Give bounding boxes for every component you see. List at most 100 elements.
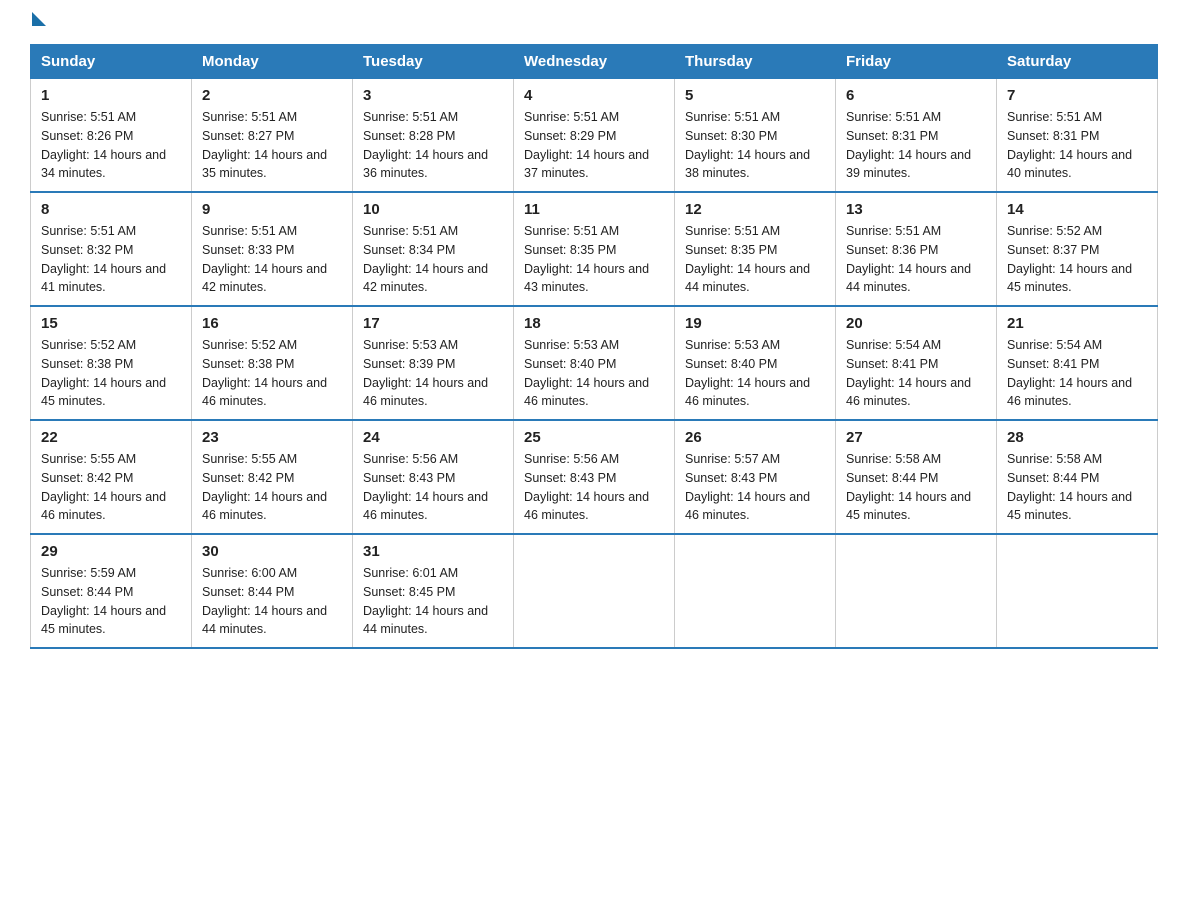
day-info: Sunrise: 6:01 AMSunset: 8:45 PMDaylight:… xyxy=(363,564,503,639)
calendar-week-row: 1 Sunrise: 5:51 AMSunset: 8:26 PMDaylight… xyxy=(31,79,1158,193)
day-number: 2 xyxy=(202,87,342,104)
day-info: Sunrise: 5:57 AMSunset: 8:43 PMDaylight:… xyxy=(685,450,825,525)
day-number: 1 xyxy=(41,87,181,104)
day-info: Sunrise: 5:56 AMSunset: 8:43 PMDaylight:… xyxy=(524,450,664,525)
calendar-day-cell: 24 Sunrise: 5:56 AMSunset: 8:43 PMDayligh… xyxy=(353,420,514,534)
calendar-day-cell: 26 Sunrise: 5:57 AMSunset: 8:43 PMDayligh… xyxy=(675,420,836,534)
day-number: 20 xyxy=(846,315,986,332)
day-info: Sunrise: 5:55 AMSunset: 8:42 PMDaylight:… xyxy=(41,450,181,525)
calendar-week-row: 22 Sunrise: 5:55 AMSunset: 8:42 PMDayligh… xyxy=(31,420,1158,534)
day-number: 14 xyxy=(1007,201,1147,218)
calendar-day-cell: 7 Sunrise: 5:51 AMSunset: 8:31 PMDaylight… xyxy=(997,79,1158,193)
calendar-day-cell: 27 Sunrise: 5:58 AMSunset: 8:44 PMDayligh… xyxy=(836,420,997,534)
day-number: 4 xyxy=(524,87,664,104)
calendar-week-row: 29 Sunrise: 5:59 AMSunset: 8:44 PMDayligh… xyxy=(31,534,1158,648)
day-info: Sunrise: 5:53 AMSunset: 8:39 PMDaylight:… xyxy=(363,336,503,411)
day-number: 15 xyxy=(41,315,181,332)
day-number: 5 xyxy=(685,87,825,104)
day-number: 21 xyxy=(1007,315,1147,332)
day-info: Sunrise: 5:51 AMSunset: 8:33 PMDaylight:… xyxy=(202,222,342,297)
page-header xyxy=(30,20,1158,26)
day-info: Sunrise: 5:51 AMSunset: 8:31 PMDaylight:… xyxy=(846,108,986,183)
calendar-header-row: SundayMondayTuesdayWednesdayThursdayFrid… xyxy=(31,45,1158,79)
day-info: Sunrise: 5:53 AMSunset: 8:40 PMDaylight:… xyxy=(685,336,825,411)
day-info: Sunrise: 5:59 AMSunset: 8:44 PMDaylight:… xyxy=(41,564,181,639)
calendar-day-cell: 16 Sunrise: 5:52 AMSunset: 8:38 PMDayligh… xyxy=(192,306,353,420)
calendar-header-cell: Monday xyxy=(192,45,353,79)
day-number: 26 xyxy=(685,429,825,446)
day-number: 8 xyxy=(41,201,181,218)
calendar-body: 1 Sunrise: 5:51 AMSunset: 8:26 PMDaylight… xyxy=(31,79,1158,649)
calendar-day-cell: 25 Sunrise: 5:56 AMSunset: 8:43 PMDayligh… xyxy=(514,420,675,534)
calendar-day-cell: 10 Sunrise: 5:51 AMSunset: 8:34 PMDayligh… xyxy=(353,192,514,306)
day-number: 24 xyxy=(363,429,503,446)
day-info: Sunrise: 5:51 AMSunset: 8:32 PMDaylight:… xyxy=(41,222,181,297)
logo xyxy=(30,20,46,26)
calendar-day-cell: 17Sunrise: 5:53 AMSunset: 8:39 PMDayligh… xyxy=(353,306,514,420)
calendar-day-cell: 1 Sunrise: 5:51 AMSunset: 8:26 PMDaylight… xyxy=(31,79,192,193)
calendar-header-cell: Friday xyxy=(836,45,997,79)
calendar-day-cell: 3Sunrise: 5:51 AMSunset: 8:28 PMDaylight… xyxy=(353,79,514,193)
calendar-day-cell: 18Sunrise: 5:53 AMSunset: 8:40 PMDayligh… xyxy=(514,306,675,420)
day-info: Sunrise: 5:56 AMSunset: 8:43 PMDaylight:… xyxy=(363,450,503,525)
day-info: Sunrise: 5:51 AMSunset: 8:31 PMDaylight:… xyxy=(1007,108,1147,183)
day-number: 3 xyxy=(363,87,503,104)
calendar-day-cell: 8 Sunrise: 5:51 AMSunset: 8:32 PMDaylight… xyxy=(31,192,192,306)
day-number: 9 xyxy=(202,201,342,218)
calendar-day-cell: 31 Sunrise: 6:01 AMSunset: 8:45 PMDayligh… xyxy=(353,534,514,648)
day-info: Sunrise: 5:51 AMSunset: 8:35 PMDaylight:… xyxy=(524,222,664,297)
calendar-day-cell: 19 Sunrise: 5:53 AMSunset: 8:40 PMDayligh… xyxy=(675,306,836,420)
day-number: 19 xyxy=(685,315,825,332)
calendar-day-cell xyxy=(675,534,836,648)
calendar-header-cell: Sunday xyxy=(31,45,192,79)
day-number: 25 xyxy=(524,429,664,446)
calendar-header-cell: Thursday xyxy=(675,45,836,79)
day-number: 30 xyxy=(202,543,342,560)
calendar-day-cell: 28 Sunrise: 5:58 AMSunset: 8:44 PMDayligh… xyxy=(997,420,1158,534)
day-info: Sunrise: 5:51 AMSunset: 8:35 PMDaylight:… xyxy=(685,222,825,297)
calendar-day-cell xyxy=(836,534,997,648)
day-number: 11 xyxy=(524,201,664,218)
day-info: Sunrise: 5:58 AMSunset: 8:44 PMDaylight:… xyxy=(1007,450,1147,525)
day-info: Sunrise: 6:00 AMSunset: 8:44 PMDaylight:… xyxy=(202,564,342,639)
logo-triangle-icon xyxy=(32,12,46,26)
day-number: 16 xyxy=(202,315,342,332)
day-info: Sunrise: 5:52 AMSunset: 8:37 PMDaylight:… xyxy=(1007,222,1147,297)
day-number: 10 xyxy=(363,201,503,218)
calendar-day-cell: 2 Sunrise: 5:51 AMSunset: 8:27 PMDaylight… xyxy=(192,79,353,193)
day-number: 12 xyxy=(685,201,825,218)
day-number: 29 xyxy=(41,543,181,560)
calendar-day-cell xyxy=(997,534,1158,648)
day-number: 7 xyxy=(1007,87,1147,104)
calendar-header-cell: Tuesday xyxy=(353,45,514,79)
calendar-day-cell: 12 Sunrise: 5:51 AMSunset: 8:35 PMDayligh… xyxy=(675,192,836,306)
calendar-day-cell: 5 Sunrise: 5:51 AMSunset: 8:30 PMDaylight… xyxy=(675,79,836,193)
day-number: 27 xyxy=(846,429,986,446)
day-info: Sunrise: 5:54 AMSunset: 8:41 PMDaylight:… xyxy=(1007,336,1147,411)
calendar-day-cell: 6Sunrise: 5:51 AMSunset: 8:31 PMDaylight… xyxy=(836,79,997,193)
calendar-week-row: 8 Sunrise: 5:51 AMSunset: 8:32 PMDaylight… xyxy=(31,192,1158,306)
day-info: Sunrise: 5:51 AMSunset: 8:34 PMDaylight:… xyxy=(363,222,503,297)
day-number: 28 xyxy=(1007,429,1147,446)
day-number: 31 xyxy=(363,543,503,560)
day-info: Sunrise: 5:51 AMSunset: 8:29 PMDaylight:… xyxy=(524,108,664,183)
day-info: Sunrise: 5:52 AMSunset: 8:38 PMDaylight:… xyxy=(41,336,181,411)
day-info: Sunrise: 5:52 AMSunset: 8:38 PMDaylight:… xyxy=(202,336,342,411)
calendar-day-cell: 30 Sunrise: 6:00 AMSunset: 8:44 PMDayligh… xyxy=(192,534,353,648)
day-info: Sunrise: 5:51 AMSunset: 8:26 PMDaylight:… xyxy=(41,108,181,183)
calendar-week-row: 15 Sunrise: 5:52 AMSunset: 8:38 PMDayligh… xyxy=(31,306,1158,420)
day-number: 22 xyxy=(41,429,181,446)
calendar-day-cell: 14 Sunrise: 5:52 AMSunset: 8:37 PMDayligh… xyxy=(997,192,1158,306)
day-info: Sunrise: 5:53 AMSunset: 8:40 PMDaylight:… xyxy=(524,336,664,411)
day-info: Sunrise: 5:51 AMSunset: 8:30 PMDaylight:… xyxy=(685,108,825,183)
calendar-day-cell: 15 Sunrise: 5:52 AMSunset: 8:38 PMDayligh… xyxy=(31,306,192,420)
calendar-header-cell: Saturday xyxy=(997,45,1158,79)
day-info: Sunrise: 5:58 AMSunset: 8:44 PMDaylight:… xyxy=(846,450,986,525)
day-number: 13 xyxy=(846,201,986,218)
calendar-day-cell: 29 Sunrise: 5:59 AMSunset: 8:44 PMDayligh… xyxy=(31,534,192,648)
day-info: Sunrise: 5:51 AMSunset: 8:27 PMDaylight:… xyxy=(202,108,342,183)
calendar-header-cell: Wednesday xyxy=(514,45,675,79)
calendar-day-cell: 20Sunrise: 5:54 AMSunset: 8:41 PMDayligh… xyxy=(836,306,997,420)
day-info: Sunrise: 5:55 AMSunset: 8:42 PMDaylight:… xyxy=(202,450,342,525)
calendar-day-cell: 21 Sunrise: 5:54 AMSunset: 8:41 PMDayligh… xyxy=(997,306,1158,420)
